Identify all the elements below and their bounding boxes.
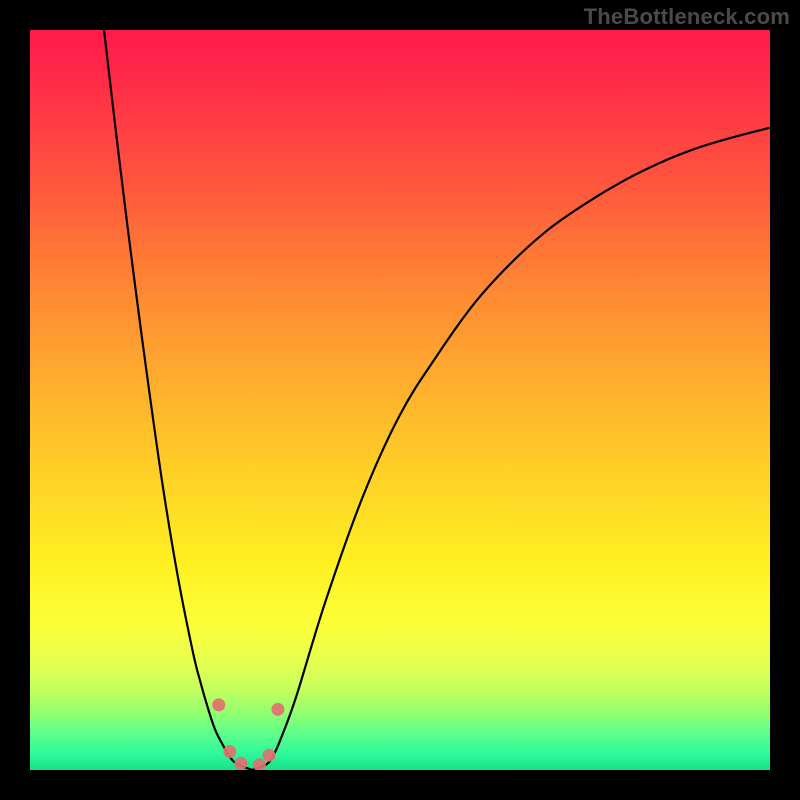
scatter-dot <box>253 758 266 770</box>
scatter-dot <box>271 703 284 716</box>
scatter-dot <box>212 698 225 711</box>
watermark-text: TheBottleneck.com <box>584 4 790 30</box>
curve-overlay <box>30 30 770 770</box>
scatter-dot <box>234 757 247 770</box>
left-curve <box>104 30 252 770</box>
scatter-dot <box>223 745 236 758</box>
scatter-dots <box>212 698 284 770</box>
right-curve <box>252 128 770 770</box>
scatter-dot <box>263 749 276 762</box>
chart-frame: TheBottleneck.com <box>0 0 800 800</box>
plot-area <box>30 30 770 770</box>
